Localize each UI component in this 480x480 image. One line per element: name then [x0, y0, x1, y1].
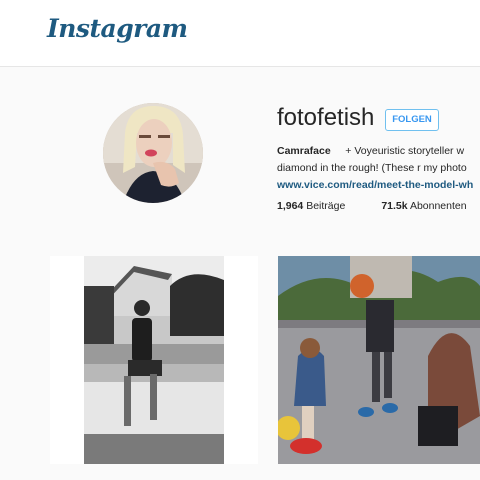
followers-stat[interactable]: 71.5k Abonnenten — [381, 200, 466, 212]
profile-bio: Camraface + Voyeuristic storyteller w di… — [277, 143, 480, 194]
bio-text-2: diamond in the rough! (These r my photo — [277, 162, 467, 174]
posts-count: 1,964 — [277, 200, 304, 212]
top-header: Instagram — [0, 0, 480, 67]
post-thumbnail-2[interactable] — [278, 256, 480, 464]
bio-name: Camraface — [277, 145, 331, 157]
posts-stat[interactable]: 1,964 Beiträge — [277, 200, 345, 212]
bio-text-1: + Voyeuristic storyteller w — [345, 145, 465, 157]
follow-button[interactable]: FOLGEN — [385, 109, 439, 131]
profile-stats: 1,964 Beiträge 71.5k Abonnenten — [277, 200, 467, 212]
avatar-image — [103, 103, 203, 203]
profile-avatar[interactable] — [103, 103, 203, 203]
followers-label: Abonnenten — [409, 200, 467, 212]
post-thumbnail-1[interactable] — [50, 256, 258, 464]
post-image-1 — [50, 256, 258, 464]
posts-label: Beiträge — [306, 200, 346, 212]
bio-link[interactable]: www.vice.com/read/meet-the-model-wh — [277, 179, 473, 191]
profile-username: fotofetish — [277, 104, 375, 131]
instagram-logo[interactable]: Instagram — [47, 14, 188, 43]
followers-count: 71.5k — [381, 200, 408, 212]
bio-line-1: Camraface + Voyeuristic storyteller w — [277, 143, 480, 160]
post-image-2 — [278, 256, 480, 464]
